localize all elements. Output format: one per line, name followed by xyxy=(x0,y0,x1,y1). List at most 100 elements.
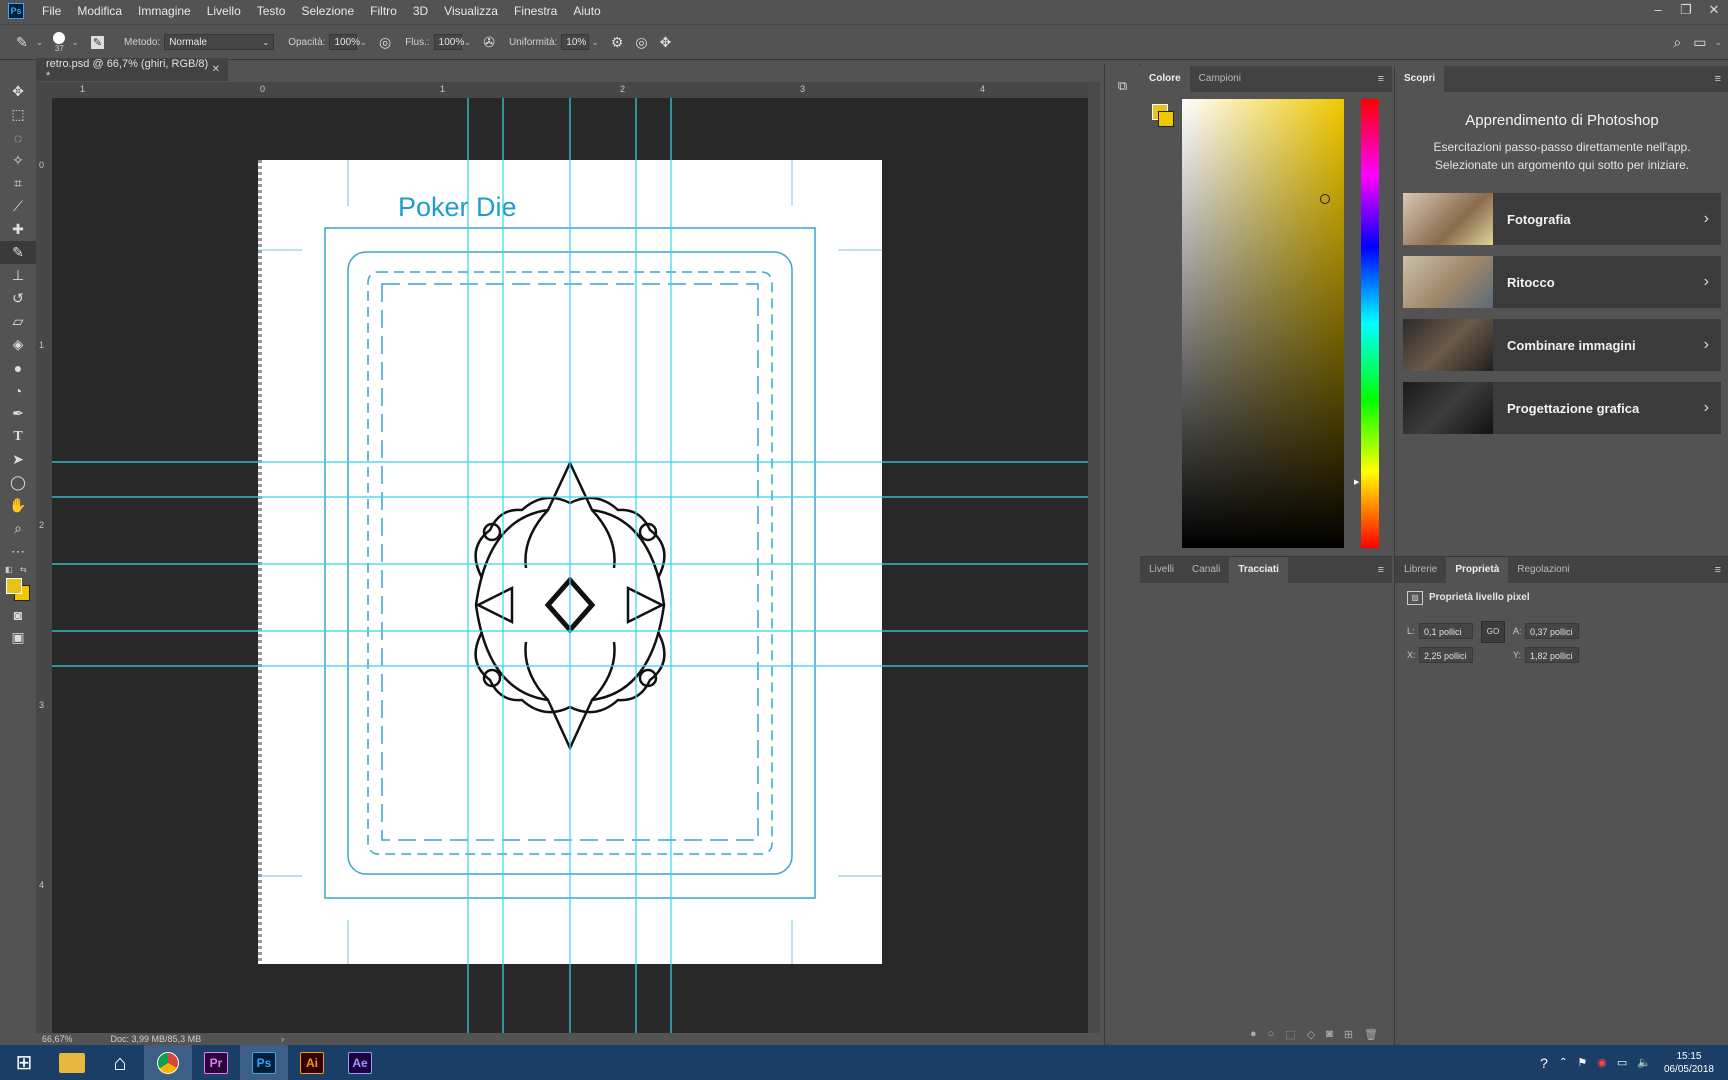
eyedropper-tool-icon[interactable]: ⟋ xyxy=(0,195,36,218)
after-effects-app-icon[interactable]: Ae xyxy=(336,1045,384,1080)
learn-card-fotografia[interactable]: Fotografia › xyxy=(1403,193,1721,245)
menu-3d[interactable]: 3D xyxy=(405,0,436,22)
flag-icon[interactable]: ⚑ xyxy=(1577,1056,1587,1069)
quick-mask-icon[interactable]: ◙ xyxy=(0,603,36,626)
tab-scopri[interactable]: Scopri xyxy=(1395,66,1445,92)
tab-campioni[interactable]: Campioni xyxy=(1190,66,1250,92)
menu-file[interactable]: File xyxy=(34,0,69,22)
learn-card-progettazione-grafica[interactable]: Progettazione grafica › xyxy=(1403,382,1721,434)
lasso-tool-icon[interactable]: ◌ xyxy=(0,126,36,149)
color-field[interactable] xyxy=(1182,99,1344,548)
history-panel-icon[interactable]: ⧉ xyxy=(1114,78,1132,96)
document-tab[interactable]: retro.psd @ 66,7% (ghiri, RGB/8) * ✕ xyxy=(36,58,228,82)
document-canvas[interactable]: Poker Die xyxy=(52,98,1088,1033)
menu-filtro[interactable]: Filtro xyxy=(362,0,405,22)
smoothing-input[interactable]: 10% xyxy=(561,34,590,50)
paint-bucket-tool-icon[interactable]: ◈ xyxy=(0,333,36,356)
hue-slider-handle-icon[interactable]: ▶ xyxy=(1354,478,1359,486)
ruler-horizontal[interactable]: 1 0 1 2 3 4 xyxy=(36,82,1088,99)
background-color-swatch[interactable] xyxy=(1158,111,1174,127)
menu-testo[interactable]: Testo xyxy=(249,0,294,22)
color-picker-handle[interactable] xyxy=(1320,194,1330,204)
pressure-size-icon[interactable]: ◎ xyxy=(635,34,647,51)
brush-settings-icon[interactable]: ✎ xyxy=(90,35,105,49)
link-dimensions-button[interactable]: GO xyxy=(1481,621,1505,643)
hand-tool-icon[interactable]: ✋ xyxy=(0,494,36,517)
close-icon[interactable]: ✕ xyxy=(212,64,220,75)
learn-card-combinare-immagini[interactable]: Combinare immagini › xyxy=(1403,319,1721,371)
start-button[interactable]: ⊞ xyxy=(0,1045,48,1080)
symmetry-icon[interactable]: ✥ xyxy=(660,34,672,51)
chrome-icon[interactable] xyxy=(144,1045,192,1080)
menu-selezione[interactable]: Selezione xyxy=(293,0,362,22)
method-select[interactable]: Normale ⌄ xyxy=(164,34,275,50)
load-selection-icon[interactable]: ⬚ xyxy=(1285,1028,1295,1041)
brush-tool-icon[interactable]: ✎ xyxy=(0,241,36,264)
volume-icon[interactable]: 🔈 xyxy=(1637,1056,1651,1069)
menu-modifica[interactable]: Modifica xyxy=(69,0,130,22)
stroke-path-icon[interactable]: ○ xyxy=(1268,1028,1275,1040)
chevron-up-icon[interactable]: ⌃ xyxy=(1559,1057,1567,1068)
eraser-tool-icon[interactable]: ▱ xyxy=(0,310,36,333)
make-path-icon[interactable]: ◇ xyxy=(1307,1028,1315,1041)
chevron-down-icon[interactable]: ⌄ xyxy=(71,37,79,48)
pressure-opacity-icon[interactable]: ◎ xyxy=(379,34,391,51)
tab-tracciati[interactable]: Tracciati xyxy=(1229,557,1288,583)
gear-icon[interactable]: ⚙ xyxy=(611,34,624,51)
trash-icon[interactable]: 🗑 xyxy=(1364,1028,1378,1041)
file-explorer-icon[interactable] xyxy=(48,1045,96,1080)
chevron-down-icon[interactable]: ⌄ xyxy=(36,37,44,48)
brush-size-picker[interactable]: 37 xyxy=(53,31,66,53)
canvas-scrollbar[interactable] xyxy=(1088,82,1100,1033)
illustrator-app-icon[interactable]: Ai xyxy=(288,1045,336,1080)
ruler-vertical[interactable]: 0 1 2 3 4 xyxy=(36,98,53,1033)
zoom-tool-icon[interactable]: ⌕ xyxy=(0,517,36,540)
tab-librerie[interactable]: Librerie xyxy=(1395,557,1446,583)
opacity-input[interactable]: 100% xyxy=(329,34,360,50)
search-icon[interactable]: ⌕ xyxy=(1673,34,1681,51)
workspace-icon[interactable]: ▭ xyxy=(1693,34,1706,51)
menu-visualizza[interactable]: Visualizza xyxy=(436,0,506,22)
chevron-down-icon[interactable]: ⌄ xyxy=(464,37,472,48)
default-colors-icon[interactable]: ◧ xyxy=(5,565,13,574)
y-input[interactable]: 1,82 pollici xyxy=(1525,647,1579,663)
healing-brush-tool-icon[interactable]: ✚ xyxy=(0,218,36,241)
menu-immagine[interactable]: Immagine xyxy=(130,0,199,22)
brush-tool-preset-icon[interactable]: ✎ xyxy=(16,34,28,51)
fill-path-icon[interactable]: ● xyxy=(1250,1028,1257,1040)
marquee-tool-icon[interactable]: ⬚ xyxy=(0,103,36,126)
new-path-icon[interactable]: ⊞ xyxy=(1344,1028,1353,1041)
crop-tool-icon[interactable]: ⌗ xyxy=(0,172,36,195)
move-tool-icon[interactable]: ✥ xyxy=(0,80,36,103)
learn-card-ritocco[interactable]: Ritocco › xyxy=(1403,256,1721,308)
tab-canali[interactable]: Canali xyxy=(1183,557,1229,583)
hue-slider[interactable] xyxy=(1361,99,1379,548)
history-brush-tool-icon[interactable]: ↺ xyxy=(0,287,36,310)
tab-regolazioni[interactable]: Regolazioni xyxy=(1508,557,1578,583)
panel-menu-icon[interactable]: ≡ xyxy=(1715,557,1721,583)
dodge-tool-icon[interactable]: ◔ xyxy=(0,379,36,402)
color-swatches[interactable]: ◧ ⇆ xyxy=(0,563,36,603)
photoshop-app-icon[interactable]: Ps xyxy=(240,1045,288,1080)
screen-mode-icon[interactable]: ▣ xyxy=(0,626,36,649)
display-icon[interactable]: ▭ xyxy=(1617,1056,1627,1069)
x-input[interactable]: 2,25 pollici xyxy=(1419,647,1473,663)
restore-icon[interactable]: ❐ xyxy=(1672,0,1700,22)
canvas-area[interactable]: Poker Die xyxy=(52,98,1088,1033)
close-window-icon[interactable]: ✕ xyxy=(1700,0,1728,22)
panel-menu-icon[interactable]: ≡ xyxy=(1378,66,1384,92)
tab-proprieta[interactable]: Proprietà xyxy=(1446,557,1509,583)
help-icon[interactable]: ? xyxy=(1540,1055,1548,1071)
more-tools-icon[interactable]: ⋯ xyxy=(0,540,36,563)
path-selection-tool-icon[interactable]: ➤ xyxy=(0,448,36,471)
tab-colore[interactable]: Colore xyxy=(1140,66,1190,92)
chevron-down-icon[interactable]: ⌄ xyxy=(591,37,599,48)
menu-livello[interactable]: Livello xyxy=(199,0,249,22)
minimize-icon[interactable]: – xyxy=(1644,0,1672,22)
add-mask-icon[interactable]: ◙ xyxy=(1326,1028,1333,1040)
panel-menu-icon[interactable]: ≡ xyxy=(1378,557,1384,583)
type-tool-icon[interactable]: T xyxy=(0,425,36,448)
chevron-down-icon[interactable]: ⌄ xyxy=(1714,37,1722,48)
premiere-app-icon[interactable]: Pr xyxy=(192,1045,240,1080)
zoom-level[interactable]: 66,67% xyxy=(42,1034,73,1044)
